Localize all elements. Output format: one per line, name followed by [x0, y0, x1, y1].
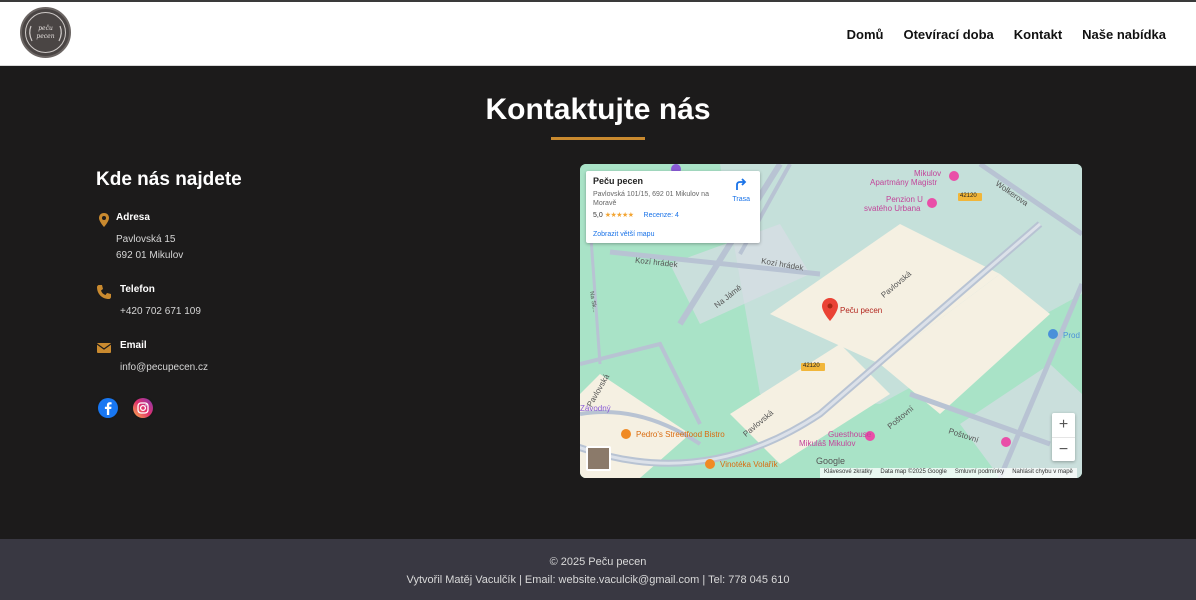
- satellite-toggle[interactable]: [586, 446, 611, 471]
- map-road-number-2: 42120: [803, 363, 820, 369]
- nav-opening-hours[interactable]: Otevírací doba: [903, 27, 993, 42]
- nav-contact[interactable]: Kontakt: [1014, 27, 1062, 42]
- map-pin-label[interactable]: Peču pecen: [840, 306, 882, 315]
- map-rating-stars: ★★★★★: [604, 212, 634, 219]
- map-road-number: 42120: [960, 193, 977, 199]
- site-footer: © 2025 Peču pecen Vytvořil Matěj Vaculčí…: [0, 539, 1196, 600]
- footer-copyright: © 2025 Peču pecen: [549, 556, 647, 568]
- phone-icon: [97, 285, 111, 299]
- svg-text:peču: peču: [38, 25, 53, 32]
- map-reviews-link[interactable]: Recenze: 4: [644, 212, 679, 219]
- email-label: Email: [120, 340, 147, 351]
- google-logo: Google: [816, 456, 846, 466]
- directions-icon: [736, 178, 747, 190]
- zoom-out-button[interactable]: −: [1052, 438, 1075, 462]
- address-line1: Pavlovská 15: [116, 234, 176, 245]
- map-terms-link[interactable]: Smluvní podmínky: [955, 469, 1004, 477]
- facebook-icon: [98, 398, 118, 418]
- zoom-in-button[interactable]: +: [1052, 413, 1075, 437]
- map-rating-value: 5,0: [593, 212, 603, 219]
- map-zoom-control: + −: [1052, 413, 1075, 461]
- google-map[interactable]: Kozí hrádek Kozí hrádek Na Jámě Pavlovsk…: [580, 164, 1082, 478]
- facebook-link[interactable]: [96, 396, 120, 420]
- site-header: peču pecen Domů Otevírací doba Kontakt N…: [0, 2, 1196, 66]
- map-shortcuts-link[interactable]: Klávesové zkratky: [824, 469, 872, 477]
- map-marker-icon: [99, 213, 109, 227]
- map-label-prod: Prod: [1063, 331, 1080, 340]
- map-route-button[interactable]: Trasa: [732, 177, 750, 203]
- page-title: Kontaktujte nás: [485, 93, 711, 126]
- phone-value[interactable]: +420 702 671 109: [120, 304, 201, 320]
- map-rating: 5,0 ★★★★★ Recenze: 4: [593, 211, 753, 219]
- main-nav: Domů Otevírací doba Kontakt Naše nabídka: [847, 2, 1166, 66]
- map-label-penzion: Penzion U: [886, 195, 923, 204]
- instagram-link[interactable]: [131, 396, 155, 420]
- map-label-mikulov: Mikulov: [914, 169, 942, 178]
- email-value[interactable]: info@pecupecen.cz: [120, 360, 208, 376]
- map-larger-link[interactable]: Zobrazit větší mapu: [593, 231, 654, 238]
- phone-label: Telefon: [120, 284, 155, 295]
- map-label-penzion-2: svatého Urbana: [864, 204, 921, 213]
- map-place-name: Peču pecen: [593, 176, 644, 186]
- site-logo[interactable]: peču pecen: [20, 7, 71, 58]
- map-label-apartmany: Apartmány Magistr: [870, 178, 938, 187]
- footer-credits: Vytvořil Matěj Vaculčík | Email: website…: [406, 574, 790, 586]
- address-value: Pavlovská 15 692 01 Mikulov: [116, 232, 183, 264]
- map-label-vinoteka: Vinotéka Volařík: [720, 460, 778, 469]
- section-title: Kde nás najdete: [96, 169, 242, 190]
- map-place-address: Pavlovská 101/15, 692 01 Mikulov na Mora…: [593, 191, 709, 207]
- nav-offer[interactable]: Naše nabídka: [1082, 27, 1166, 42]
- map-attribution: Klávesové zkratky Data map ©2025 Google …: [820, 468, 1077, 478]
- address-line2: 692 01 Mikulov: [116, 250, 184, 261]
- map-place-card: Peču pecen Pavlovská 101/15, 692 01 Miku…: [586, 171, 760, 243]
- instagram-icon: [133, 398, 153, 418]
- map-route-label: Trasa: [732, 196, 750, 203]
- envelope-icon: [96, 343, 112, 353]
- map-data-credit: Data map ©2025 Google: [880, 469, 947, 475]
- map-label-zavodny: Závodný: [580, 404, 611, 413]
- map-label-pedros: Pedro's Streetfood Bistro: [636, 430, 725, 439]
- map-label-guesthouse-2: Mikuláš Mikulov: [799, 439, 856, 448]
- address-label: Adresa: [116, 212, 150, 223]
- map-report-link[interactable]: Nahlásit chybu v mapě: [1012, 469, 1073, 477]
- map-label-guesthouse: Guesthouse: [828, 430, 872, 439]
- contact-section: Kontaktujte nás Kde nás najdete Adresa P…: [0, 67, 1196, 539]
- logo-icon: peču pecen: [25, 12, 66, 53]
- svg-text:pecen: pecen: [36, 33, 54, 40]
- nav-home[interactable]: Domů: [847, 27, 884, 42]
- title-underline: [551, 137, 645, 140]
